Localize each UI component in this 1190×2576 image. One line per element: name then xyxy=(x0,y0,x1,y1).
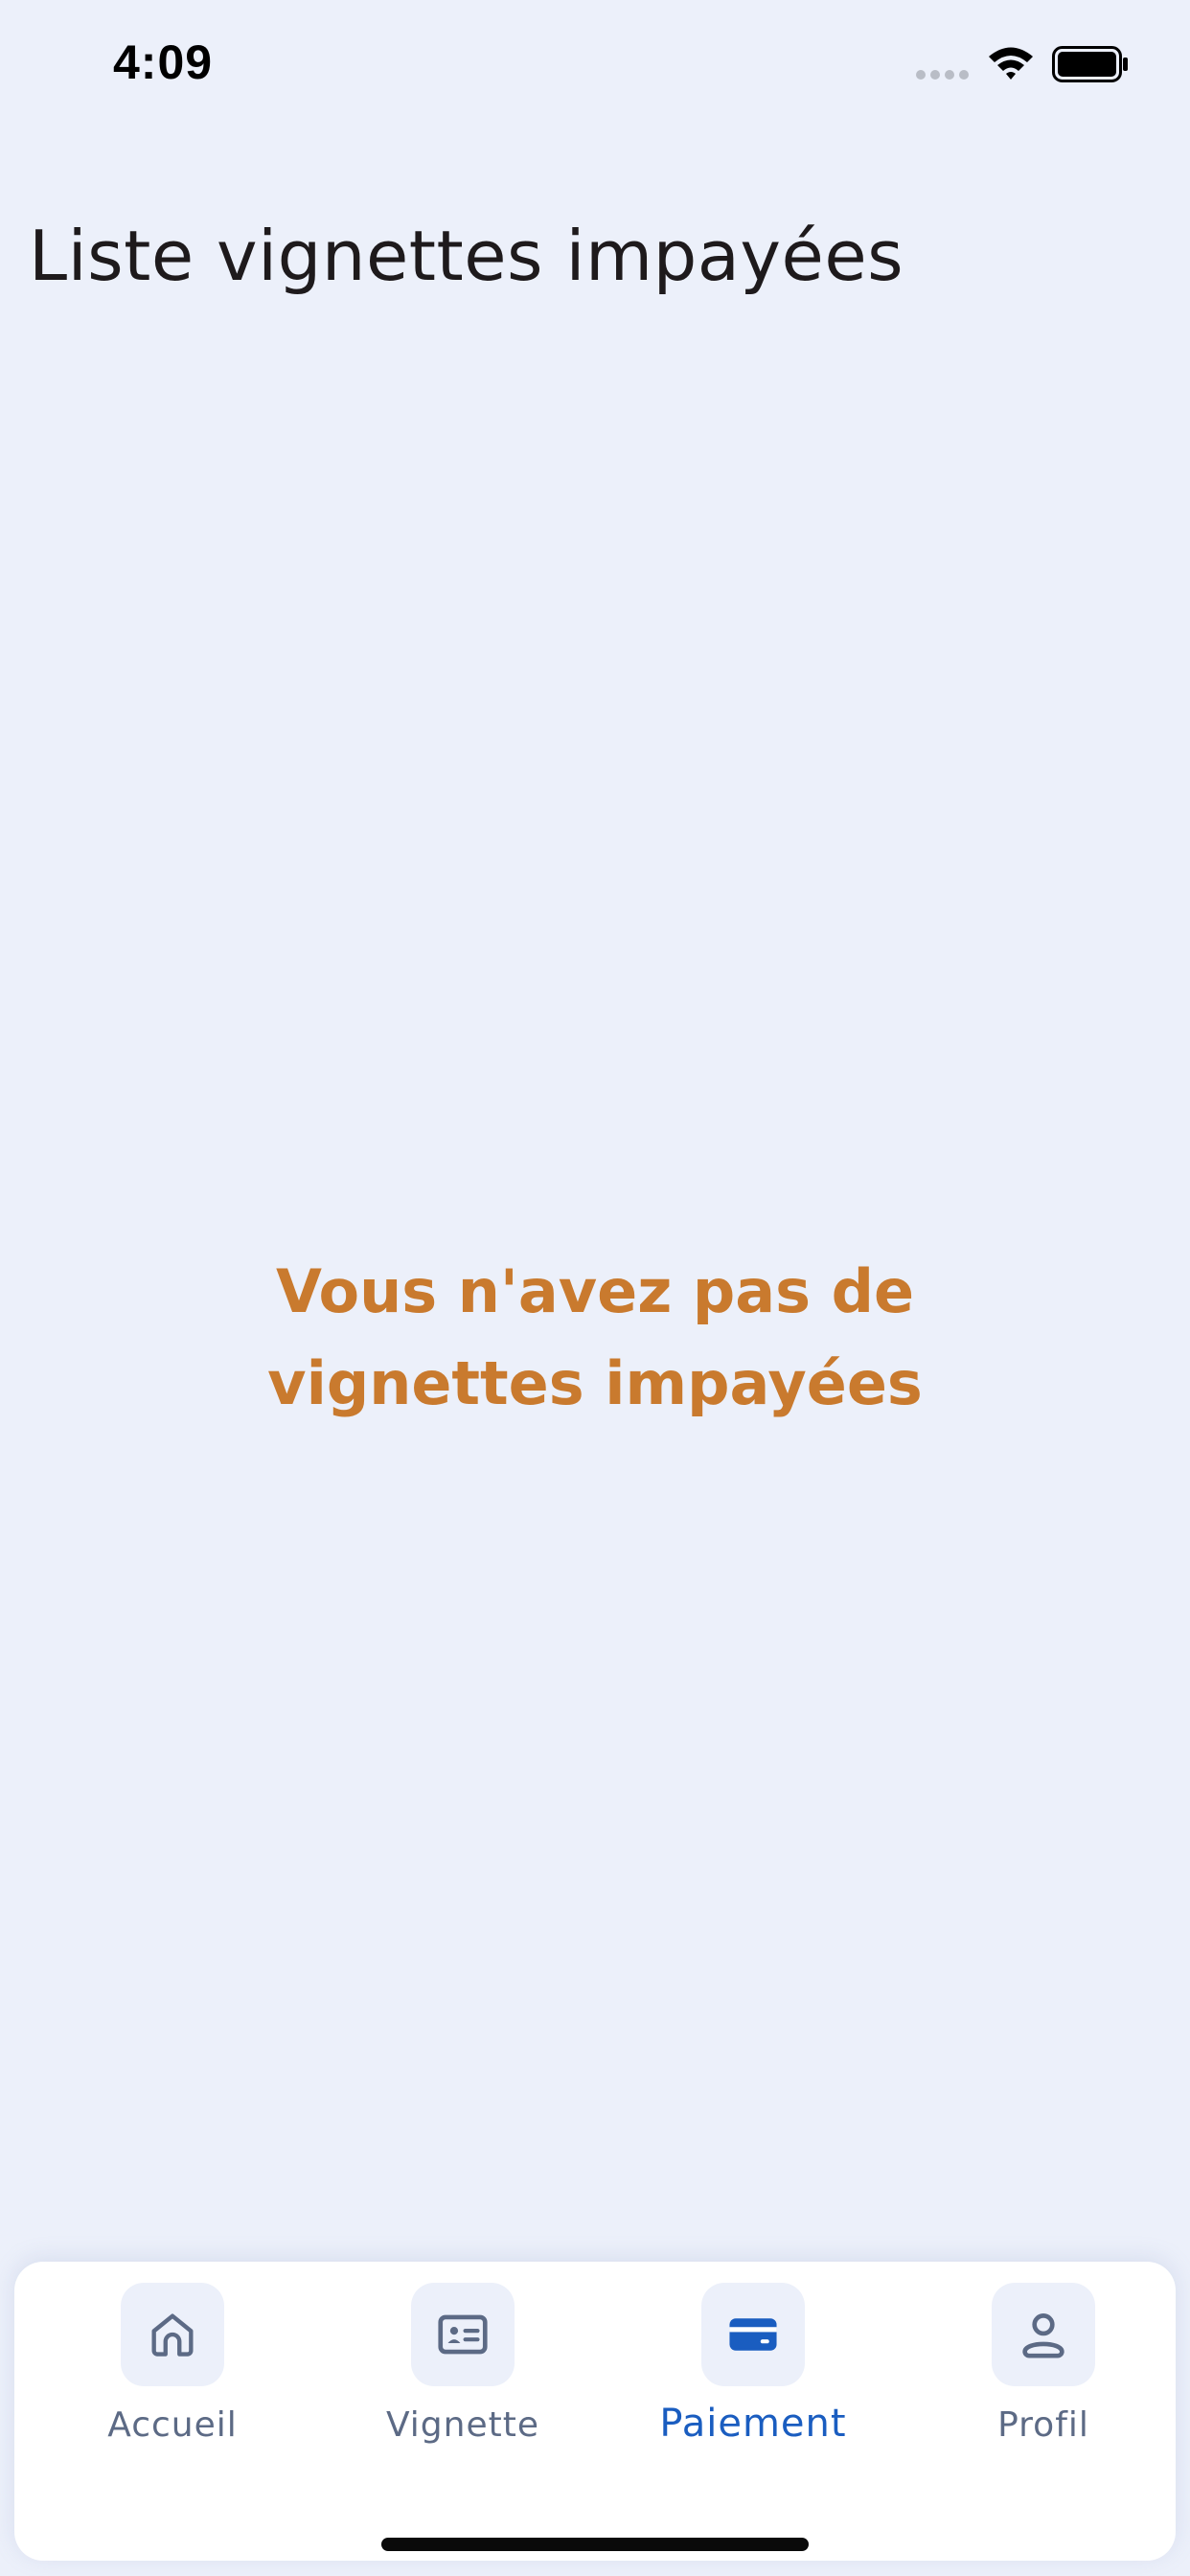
nav-icon-container xyxy=(121,2283,224,2386)
page-title: Liste vignettes impayées xyxy=(29,216,904,296)
nav-item-vignette[interactable]: Vignette xyxy=(319,2283,606,2474)
credit-card-icon xyxy=(729,2318,777,2351)
nav-label-profil: Profil xyxy=(997,2405,1089,2445)
nav-icon-container xyxy=(411,2283,515,2386)
id-card-icon xyxy=(438,2314,488,2355)
nav-icon-container xyxy=(992,2283,1095,2386)
wifi-icon xyxy=(989,47,1033,80)
status-time: 4:09 xyxy=(113,35,214,89)
nav-item-paiement[interactable]: Paiement xyxy=(609,2283,897,2474)
nav-item-accueil[interactable]: Accueil xyxy=(29,2283,316,2474)
status-bar: 4:09 xyxy=(0,0,1190,134)
cellular-signal-icon xyxy=(916,70,969,80)
empty-state-message: Vous n'avez pas de vignettes impayées xyxy=(267,1256,923,1418)
battery-icon xyxy=(1052,46,1128,82)
bottom-nav: Accueil Vignette Paiement Profil xyxy=(14,2262,1176,2561)
nav-label-vignette: Vignette xyxy=(385,2405,540,2445)
home-icon xyxy=(151,2313,194,2357)
nav-item-profil[interactable]: Profil xyxy=(900,2283,1187,2474)
nav-label-accueil: Accueil xyxy=(107,2405,238,2445)
home-indicator[interactable] xyxy=(381,2538,809,2551)
nav-icon-container xyxy=(701,2283,805,2386)
user-icon xyxy=(1022,2313,1064,2358)
nav-label-paiement: Paiement xyxy=(659,2402,847,2446)
